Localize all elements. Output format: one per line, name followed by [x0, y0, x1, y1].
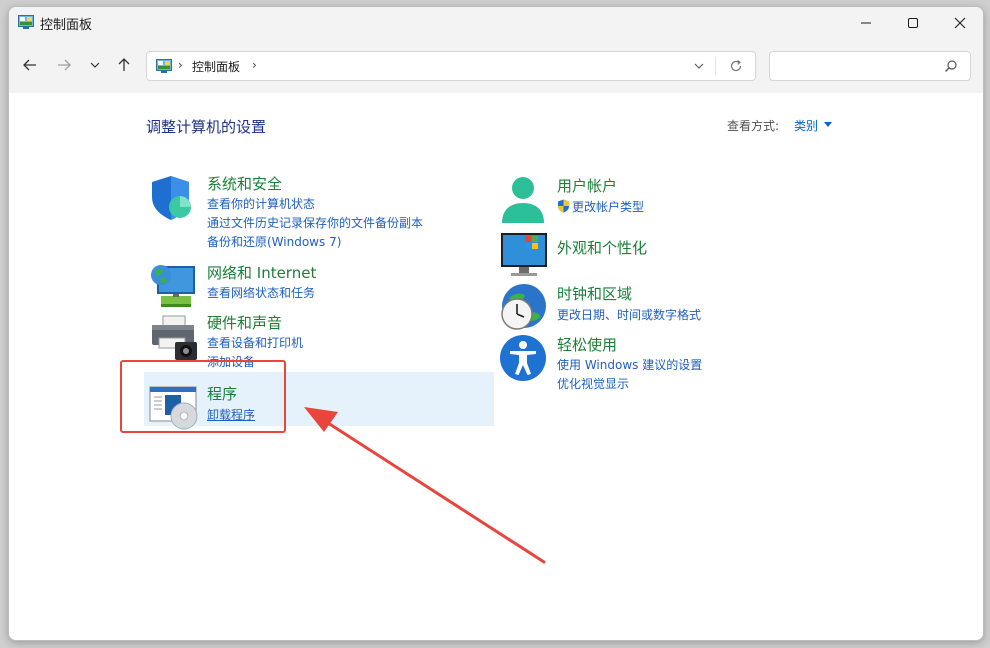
annotation-arrow: [304, 407, 546, 564]
